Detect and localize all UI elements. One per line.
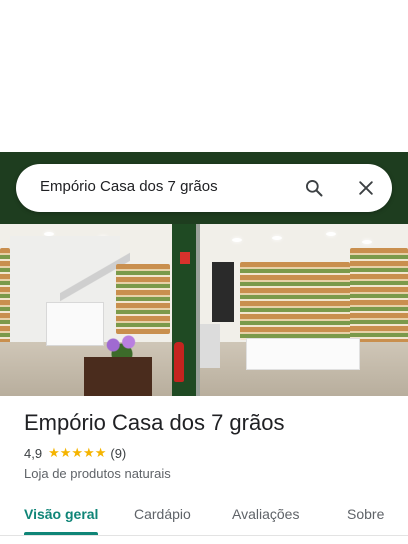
place-title: Empório Casa dos 7 grãos xyxy=(24,410,285,435)
display-table xyxy=(246,338,360,370)
tab-avaliacoes[interactable]: Avaliações xyxy=(232,506,299,522)
planter-box xyxy=(84,357,152,396)
search-bar[interactable]: Empório Casa dos 7 grãos xyxy=(16,164,392,212)
search-icon[interactable] xyxy=(304,178,324,198)
tab-sobre[interactable]: Sobre xyxy=(347,506,384,522)
store-counter xyxy=(46,302,104,346)
product-shelf xyxy=(240,262,350,340)
tabs-divider xyxy=(0,535,408,536)
tab-visao-geral[interactable]: Visão geral xyxy=(24,506,98,522)
close-icon[interactable] xyxy=(356,178,376,198)
rating-row[interactable]: 4,9 ★★★★★ (9) xyxy=(24,445,126,461)
glass-frame xyxy=(196,224,200,396)
ceiling-light xyxy=(326,232,336,236)
fire-sign xyxy=(180,252,190,264)
search-input[interactable]: Empório Casa dos 7 grãos xyxy=(40,178,218,195)
product-shelf xyxy=(0,248,10,348)
place-category: Loja de produtos naturais xyxy=(24,466,171,481)
product-shelf xyxy=(116,264,170,334)
review-count[interactable]: (9) xyxy=(110,446,126,461)
rating-value: 4,9 xyxy=(24,445,43,461)
star-rating-icon: ★★★★★ xyxy=(48,445,107,460)
ceiling-light xyxy=(272,236,282,240)
tab-cardapio[interactable]: Cardápio xyxy=(134,506,191,522)
ceiling-light xyxy=(362,240,372,244)
door-post xyxy=(212,262,234,322)
blank-header-area xyxy=(0,0,408,152)
ceiling-light xyxy=(232,238,242,242)
orchid-plant xyxy=(100,330,144,360)
fire-extinguisher xyxy=(174,342,184,382)
